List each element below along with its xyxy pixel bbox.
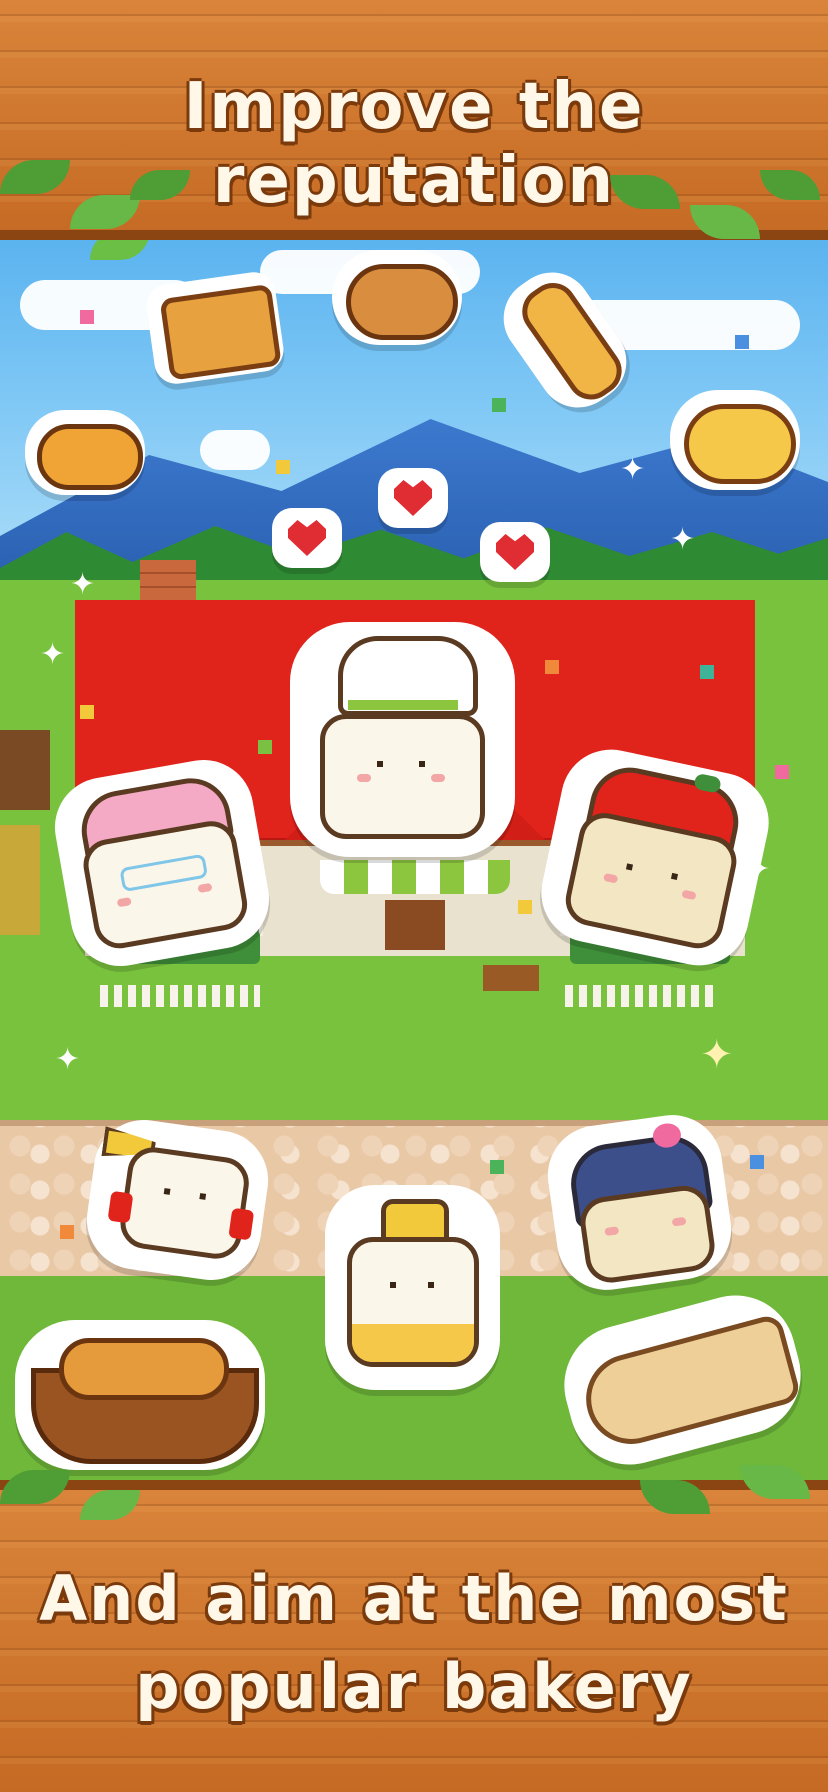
- croissant-icon: [25, 410, 145, 495]
- bottom-right-vine: [620, 1460, 828, 1550]
- bakery-scene: ✦ ✦ ✦ ✦ ✦ ✦ ✦: [0, 240, 828, 1490]
- sparkle-icon: ✦: [620, 452, 646, 487]
- hamster-body: [107, 1144, 255, 1263]
- top-right-vine: [600, 165, 828, 265]
- grandma-hamster: [47, 752, 277, 974]
- game-screenshot: Improve the reputation ✦ ✦ ✦ ✦ ✦ ✦ And a…: [0, 0, 828, 1792]
- sparkle-icon: ✦: [55, 1042, 81, 1077]
- farm-plot: [0, 730, 50, 810]
- basket-bread-icon: [15, 1320, 265, 1470]
- heart-sticker: [480, 522, 550, 582]
- sparkle-icon: ✦: [670, 522, 696, 557]
- striped-awning: [320, 860, 510, 894]
- hamster-body: [320, 714, 485, 839]
- sparkle-icon: ✦: [40, 637, 66, 672]
- hat-band: [348, 700, 458, 710]
- picket-fence: [100, 985, 260, 1007]
- wheat-plot: [0, 825, 40, 935]
- headline-bottom-line1: And aim at the most: [39, 1562, 789, 1635]
- cloud: [200, 430, 270, 470]
- melon-bread-icon: [670, 390, 800, 490]
- heart-icon: [288, 520, 326, 556]
- yellow-apron: [352, 1324, 474, 1362]
- confetti: [775, 765, 789, 779]
- confetti: [750, 1155, 764, 1169]
- bench: [483, 965, 539, 991]
- bakery-door: [385, 900, 445, 950]
- confetti: [490, 1160, 504, 1174]
- confetti: [258, 740, 272, 754]
- confetti: [492, 398, 506, 412]
- square-loaf-icon: [143, 269, 287, 387]
- glasses-icon: [119, 853, 209, 893]
- round-bread-icon: [332, 250, 462, 345]
- picket-fence: [565, 985, 715, 1007]
- bottom-left-vine: [0, 1460, 220, 1550]
- sparkle-icon: ✦: [70, 567, 96, 602]
- confetti: [735, 335, 749, 349]
- confetti: [545, 660, 559, 674]
- heart-icon: [394, 480, 432, 516]
- trumpet-hamster: [80, 1113, 275, 1287]
- hamster-body: [347, 1237, 479, 1367]
- confetti: [518, 900, 532, 914]
- heart-sticker: [378, 468, 448, 528]
- blue-hair-hamster: [541, 1108, 738, 1297]
- confetti: [276, 460, 290, 474]
- confetti: [80, 705, 94, 719]
- headline-bottom-line2: popular bakery: [135, 1650, 693, 1723]
- headline-bottom: And aim at the most popular bakery: [0, 1555, 828, 1731]
- hamster-body: [577, 1182, 718, 1286]
- heart-icon: [496, 534, 534, 570]
- confetti: [60, 1225, 74, 1239]
- confetti: [700, 665, 714, 679]
- confetti: [80, 310, 94, 324]
- sparkle-icon: ✦: [700, 1032, 734, 1078]
- top-left-vine: [0, 150, 200, 250]
- chef-hamster: [290, 622, 515, 857]
- heart-sticker: [272, 508, 342, 568]
- bell-hamster: [325, 1185, 500, 1390]
